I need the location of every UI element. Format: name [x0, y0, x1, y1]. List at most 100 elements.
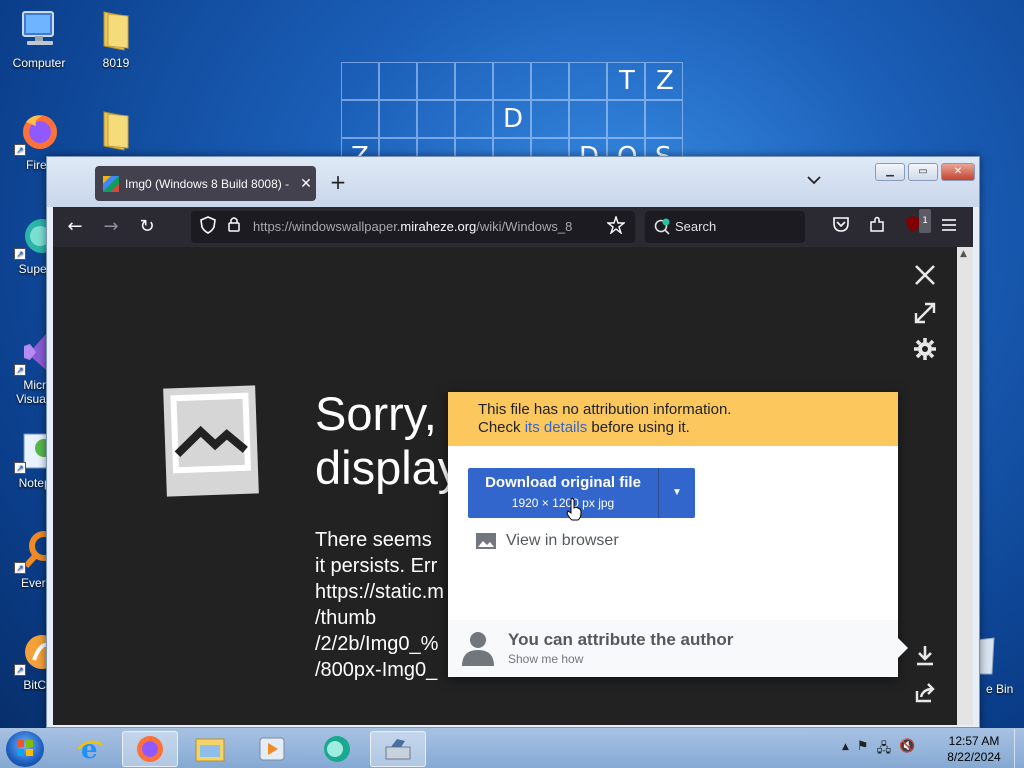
fullscreen-icon[interactable]: [911, 301, 939, 329]
taskbar-settings[interactable]: [370, 731, 426, 767]
attribution-section[interactable]: You can attribute the author Show me how: [448, 620, 908, 677]
wallpaper-letter: T: [619, 66, 635, 96]
attribution-title: You can attribute the author: [508, 630, 734, 649]
list-tabs-chevron-icon[interactable]: [803, 173, 825, 193]
close-window-button[interactable]: ✕: [941, 163, 975, 181]
popup-pointer: [898, 638, 908, 658]
clock-date: 8/22/2024: [947, 750, 1001, 764]
reload-button[interactable]: ↻: [135, 215, 159, 239]
download-title: Download original file: [485, 474, 641, 491]
download-popup: This file has no attribution information…: [448, 392, 908, 677]
viewer-close-icon[interactable]: [911, 263, 939, 291]
url-text[interactable]: https://windowswallpaper.miraheze.org/wi…: [253, 219, 593, 234]
download-icon[interactable]: [911, 643, 939, 671]
search-engine-icon: [654, 218, 670, 235]
taskbar-app[interactable]: [308, 731, 364, 767]
user-avatar-icon: [462, 632, 494, 666]
app-icon: [324, 736, 350, 762]
tab-favicon-icon: [103, 175, 119, 192]
windows-logo-icon: [17, 740, 33, 756]
download-options-dropdown[interactable]: ▼: [658, 468, 695, 518]
internet-explorer-icon: e: [77, 735, 103, 763]
attribution-warning: This file has no attribution information…: [448, 392, 898, 446]
ublock-icon[interactable]: 1: [901, 209, 931, 239]
view-in-browser-link[interactable]: View in browser: [476, 532, 619, 550]
taskbar-explorer[interactable]: [182, 731, 238, 767]
tab-title: Img0 (Windows 8 Build 8008) -: [125, 176, 290, 191]
extensions-icon[interactable]: [865, 215, 889, 239]
folder-icon: [94, 108, 138, 152]
scrollbar[interactable]: ▲: [957, 247, 973, 725]
forward-button[interactable]: →: [99, 215, 123, 239]
broken-image-icon: [163, 385, 259, 497]
taskbar-media-player[interactable]: [244, 731, 300, 767]
url-prefix: https://windowswallpaper.: [253, 219, 401, 234]
search-placeholder: Search: [675, 219, 717, 234]
tab-active[interactable]: Img0 (Windows 8 Build 8008) - ✕: [95, 166, 316, 201]
desktop-icon-label: Computer: [12, 56, 66, 70]
system-tray: ▲ ⚑ 🖧 🔇: [842, 739, 915, 761]
error-heading: Sorry, display: [315, 387, 461, 495]
lock-icon[interactable]: [223, 216, 245, 238]
show-hidden-icons[interactable]: ▲: [842, 742, 849, 761]
nav-toolbar: ← → ↻ https://windowswallpaper.miraheze.…: [53, 207, 973, 247]
shield-icon[interactable]: [197, 216, 219, 238]
error-body: There seems it persists. Err https://sta…: [315, 529, 444, 681]
extension-badge: 1: [919, 209, 931, 233]
pocket-icon[interactable]: [829, 215, 853, 239]
desktop-icon-computer[interactable]: Computer: [1, 8, 77, 70]
taskbar: e ▲ ⚑ 🖧 🔇 12:57 AM 8/22/2024: [0, 728, 1024, 768]
volume-muted-icon[interactable]: 🔇: [899, 739, 915, 761]
wallpaper-grid: T Z D Z D O S: [341, 62, 686, 176]
tab-close-icon[interactable]: ✕: [296, 175, 316, 192]
show-me-how-link[interactable]: Show me how: [508, 652, 583, 666]
taskbar-firefox[interactable]: [122, 731, 178, 767]
warning-prefix: Check: [478, 419, 525, 436]
clock[interactable]: 12:57 AM 8/22/2024: [944, 733, 1004, 765]
url-path: /wiki/Windows_8: [476, 219, 573, 234]
share-icon[interactable]: [911, 681, 939, 709]
download-original-button[interactable]: Download original file 1920 × 1200 px jp…: [468, 468, 658, 518]
settings-gear-icon[interactable]: [911, 337, 939, 365]
url-domain: miraheze.org: [400, 219, 477, 234]
firefox-icon: [137, 736, 163, 762]
folder-icon: [94, 8, 138, 52]
show-desktop-button[interactable]: [1014, 729, 1024, 768]
warning-suffix: before using it.: [587, 419, 690, 436]
desktop-icon-label: e Bin: [986, 682, 1014, 696]
desktop-icon-folder-8019[interactable]: 8019: [78, 8, 154, 70]
folder-icon: [195, 738, 225, 762]
error-heading-line: Sorry,: [315, 387, 437, 440]
image-icon: [476, 533, 496, 549]
clock-time: 12:57 AM: [948, 734, 1000, 748]
menu-hamburger-icon[interactable]: [937, 215, 961, 239]
hand-cursor-icon: [566, 498, 582, 521]
warning-text: This file has no attribution information…: [478, 401, 732, 418]
window-titlebar[interactable]: Img0 (Windows 8 Build 8008) - ✕ + ▁ ▭ ✕: [47, 157, 979, 207]
wallpaper-letter: D: [503, 104, 524, 134]
maximize-button[interactable]: ▭: [908, 163, 938, 181]
action-center-flag-icon[interactable]: ⚑: [857, 739, 869, 761]
firefox-icon: ↗: [14, 110, 60, 156]
scroll-up-icon[interactable]: ▲: [960, 249, 967, 259]
system-tool-icon: [385, 739, 411, 760]
start-button[interactable]: [6, 731, 44, 767]
desktop-icon-folder[interactable]: [78, 108, 154, 156]
view-in-browser-label: View in browser: [506, 532, 619, 549]
new-tab-button[interactable]: +: [327, 171, 349, 193]
desktop-icon-recycle-bin[interactable]: e Bin: [975, 632, 1024, 696]
download-size: 1920 × 1200 px jpg: [511, 496, 615, 510]
network-icon[interactable]: 🖧: [877, 739, 892, 761]
minimize-button[interactable]: ▁: [875, 163, 905, 181]
wallpaper-letter: Z: [656, 66, 674, 96]
error-heading-line: display: [315, 441, 462, 494]
search-bar[interactable]: Search: [645, 211, 805, 243]
warning-text: Check its details before using it.: [478, 419, 868, 437]
details-link[interactable]: its details: [525, 419, 588, 436]
url-bar[interactable]: https://windowswallpaper.miraheze.org/wi…: [191, 211, 635, 243]
bookmark-star-icon[interactable]: [605, 214, 627, 238]
taskbar-ie[interactable]: e: [62, 731, 118, 767]
computer-icon: [17, 8, 61, 52]
media-player-icon: [259, 737, 285, 761]
back-button[interactable]: ←: [63, 215, 87, 239]
